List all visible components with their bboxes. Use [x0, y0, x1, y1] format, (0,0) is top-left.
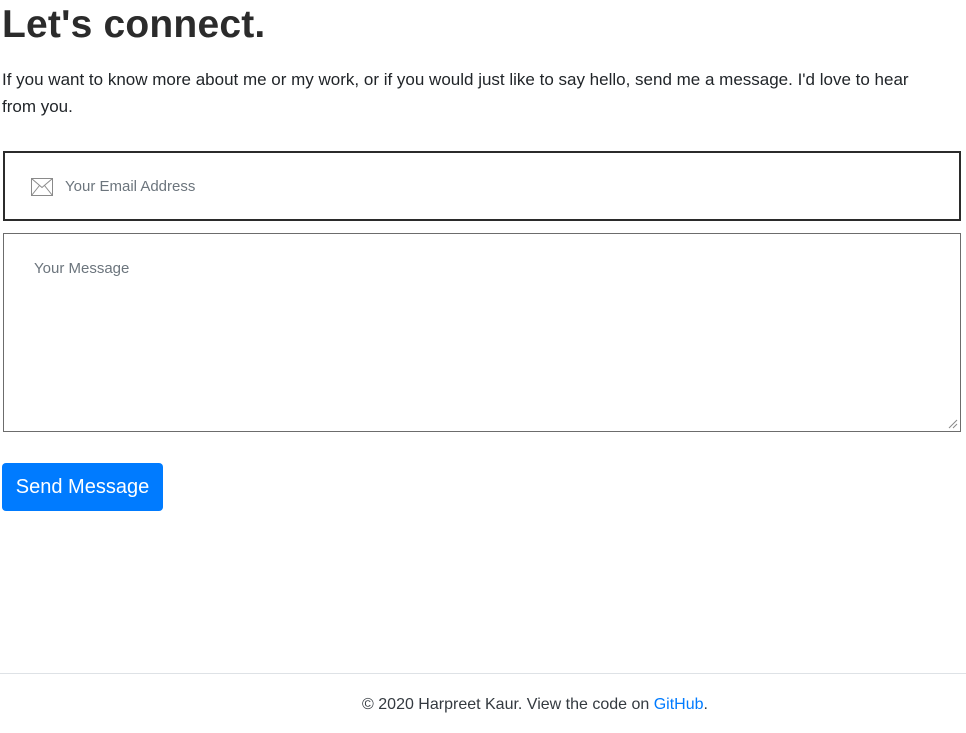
resize-handle-icon[interactable] — [948, 419, 958, 429]
intro-text: If you want to know more about me or my … — [2, 70, 909, 116]
message-field[interactable] — [4, 234, 960, 431]
github-link[interactable]: GitHub — [654, 696, 704, 713]
footer-suffix: . — [703, 696, 708, 713]
page-title: Let's connect. — [2, 3, 266, 46]
envelope-icon — [31, 178, 53, 196]
footer-divider — [0, 673, 966, 674]
email-field[interactable] — [65, 153, 945, 219]
email-field-container — [3, 151, 961, 221]
footer-copyright: © 2020 Harpreet Kaur. View the code on — [362, 696, 654, 713]
message-field-container — [3, 233, 961, 432]
contact-page: Let's connect. If you want to know more … — [0, 0, 966, 733]
send-message-button[interactable]: Send Message — [2, 463, 163, 511]
footer: © 2020 Harpreet Kaur. View the code on G… — [0, 693, 966, 717]
